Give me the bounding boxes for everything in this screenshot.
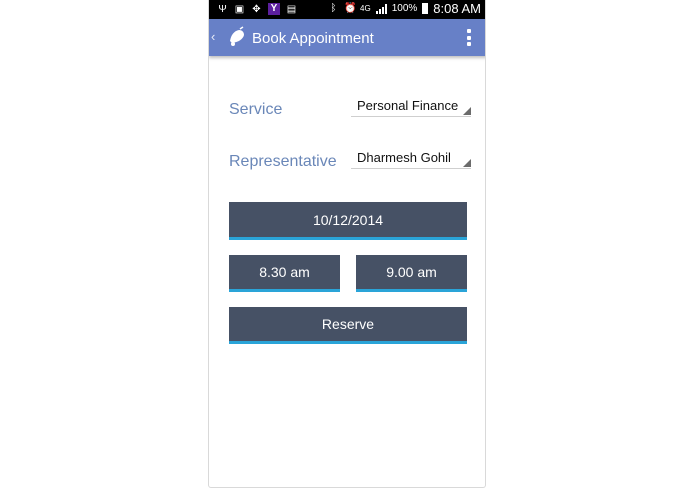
status-bar: Ψ ▣ ✥ Y ▤ ᛒ ⏰ 4G 100% 8:08 AM [209, 0, 485, 19]
representative-label: Representative [229, 153, 337, 170]
bluetooth-icon: ᛒ [330, 3, 337, 14]
app-title: Book Appointment [252, 30, 374, 47]
start-time-button[interactable]: 8.30 am [229, 255, 340, 292]
network-type: 4G [360, 4, 371, 13]
phone-screen: Ψ ▣ ✥ Y ▤ ᛒ ⏰ 4G 100% 8:08 AM ‹ Book App… [208, 0, 486, 488]
representative-spinner[interactable]: Dharmesh Gohil [351, 149, 471, 169]
representative-value: Dharmesh Gohil [357, 150, 451, 165]
date-button[interactable]: 10/12/2014 [229, 202, 467, 240]
service-value: Personal Finance [357, 98, 459, 113]
service-label: Service [229, 101, 283, 118]
service-spinner[interactable]: Personal Finance [351, 97, 471, 117]
sd-card-icon: ▤ [286, 3, 297, 15]
dropdown-arrow-icon [463, 107, 471, 115]
dropbox-icon: ✥ [252, 3, 261, 15]
status-system: ᛒ ⏰ 4G 100% 8:08 AM [328, 1, 481, 16]
end-time-button[interactable]: 9.00 am [356, 255, 467, 292]
yahoo-icon: Y [268, 3, 280, 15]
battery-icon [422, 3, 429, 14]
overflow-menu-icon[interactable] [467, 29, 471, 46]
status-notifications: Ψ ▣ ✥ Y ▤ [217, 3, 297, 15]
dropdown-arrow-icon [463, 159, 471, 167]
app-bar: ‹ Book Appointment [209, 19, 485, 56]
back-icon[interactable]: ‹ [211, 29, 215, 44]
reserve-button[interactable]: Reserve [229, 307, 467, 344]
usb-icon: Ψ [218, 3, 227, 15]
bell-icon[interactable] [226, 26, 248, 48]
signal-icon [375, 3, 387, 14]
battery-percent: 100% [391, 3, 418, 14]
status-time: 8:08 AM [433, 1, 481, 16]
alarm-icon: ⏰ [344, 3, 357, 14]
image-icon: ▣ [234, 3, 245, 15]
